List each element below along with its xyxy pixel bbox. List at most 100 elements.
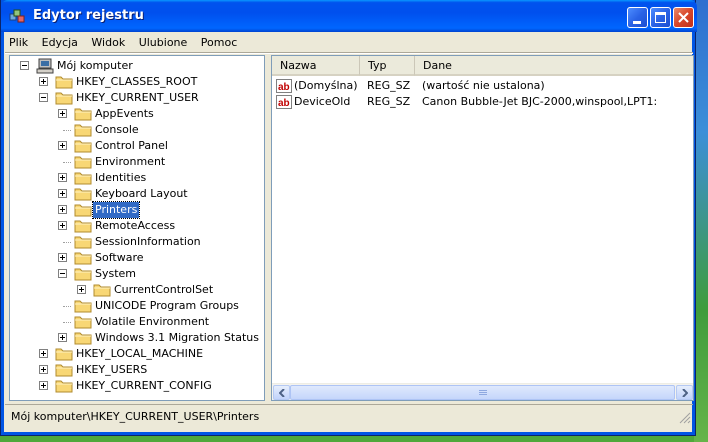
expand-icon[interactable] [39,381,48,390]
value-data: Canon Bubble-Jet BJC-2000,winspool,LPT1: [422,95,658,108]
tree-item[interactable]: HKEY_USERS [10,362,264,378]
string-value-icon: ab [276,95,292,109]
tree-item-label: AppEvents [95,107,154,120]
value-name: DeviceOld [294,95,351,108]
value-name: (Domyślna) [294,79,358,92]
horizontal-scrollbar[interactable] [272,383,693,400]
close-icon [678,12,689,23]
minimize-icon [633,21,641,24]
list-item[interactable]: ab DeviceOld REG_SZ Canon Bubble-Jet BJC… [272,94,693,110]
tree-item[interactable]: Printers [10,201,264,219]
tree-connector [63,162,71,163]
registry-editor-icon [9,9,25,23]
collapse-icon[interactable] [58,269,67,278]
tree-item[interactable]: RemoteAccess [10,218,264,234]
menu-edycja[interactable]: Edycja [38,34,82,51]
expand-icon[interactable] [39,349,48,358]
tree-connector [63,306,71,307]
folder-icon [74,124,92,137]
expand-icon[interactable] [58,333,67,342]
column-header-nazwa[interactable]: Nazwa [272,56,360,76]
folder-icon [74,252,92,265]
folder-icon [74,236,92,249]
tree-item-root[interactable]: Mój komputer [10,58,264,74]
tree-item-label: Software [95,251,144,264]
folder-icon [74,156,92,169]
tree-item[interactable]: Windows 3.1 Migration Status [10,330,264,346]
expand-icon[interactable] [58,141,67,150]
tree-item[interactable]: Console [10,122,264,138]
folder-icon [93,284,111,297]
tree-item-label: Keyboard Layout [95,187,188,200]
scroll-thumb[interactable] [290,385,675,400]
menu-widok[interactable]: Widok [87,34,129,51]
tree-item-label: UNICODE Program Groups [95,299,239,312]
tree-item[interactable]: Identities [10,170,264,186]
tree-item[interactable]: HKEY_CLASSES_ROOT [10,74,264,90]
scroll-left-button[interactable] [273,385,290,400]
expand-icon[interactable] [39,77,48,86]
tree-item-label: RemoteAccess [95,219,176,232]
folder-icon [55,348,73,361]
expand-icon[interactable] [58,253,67,262]
tree-item[interactable]: HKEY_CURRENT_CONFIG [10,378,264,394]
scroll-right-button[interactable] [676,385,693,400]
title-bar[interactable]: Edytor rejestru [1,0,697,32]
tree-item-label: HKEY_CURRENT_USER [76,91,199,104]
value-type: REG_SZ [367,79,411,92]
tree-connector [63,130,71,131]
registry-tree[interactable]: Mój komputer HKEY_CLASSES_ROOT HKEY_CURRE… [9,55,265,401]
tree-item[interactable]: UNICODE Program Groups [10,298,264,314]
tree-item[interactable]: Volatile Environment [10,314,264,330]
computer-icon [36,58,54,74]
tree-connector [63,242,71,243]
tree-item-label: SessionInformation [95,235,201,248]
expand-icon[interactable] [58,189,67,198]
tree-item[interactable]: HKEY_LOCAL_MACHINE [10,346,264,362]
window-title: Edytor rejestru [33,8,144,23]
expand-icon[interactable] [58,173,67,182]
folder-icon [74,220,92,233]
column-header-typ[interactable]: Typ [360,56,415,76]
folder-icon [74,316,92,329]
tree-item-label: System [95,267,137,280]
tree-item-label: Environment [95,155,166,168]
folder-icon [74,300,92,313]
tree-item[interactable]: Software [10,250,264,266]
menu-plik[interactable]: Plik [5,34,32,51]
collapse-icon[interactable] [39,93,48,102]
tree-item-label: Console [95,123,139,136]
folder-icon [74,188,92,201]
tree-item[interactable]: CurrentControlSet [10,282,264,298]
value-type: REG_SZ [367,95,411,108]
folder-icon [74,268,92,281]
close-button[interactable] [673,7,694,28]
tree-item[interactable]: Control Panel [10,138,264,154]
expand-icon[interactable] [58,205,67,214]
tree-item-label: HKEY_USERS [76,363,148,376]
tree-item-label: HKEY_CLASSES_ROOT [76,75,198,88]
collapse-icon[interactable] [20,61,29,70]
maximize-button[interactable] [650,7,671,28]
tree-item[interactable]: AppEvents [10,106,264,122]
folder-icon [55,76,73,89]
resize-grip-icon[interactable] [679,412,691,424]
menu-pomoc[interactable]: Pomoc [197,34,241,51]
column-header-dane[interactable]: Dane [415,56,693,76]
tree-item[interactable]: Keyboard Layout [10,186,264,202]
tree-item[interactable]: HKEY_CURRENT_USER [10,90,264,106]
registry-editor-window: Edytor rejestru Plik Edycja Widok Ulubio… [0,0,697,436]
expand-icon[interactable] [58,221,67,230]
expand-icon[interactable] [58,109,67,118]
tree-item[interactable]: System [10,266,264,282]
expand-icon[interactable] [77,285,86,294]
tree-item[interactable]: Environment [10,154,264,170]
tree-item-label: Mój komputer [57,59,133,72]
list-item[interactable]: ab (Domyślna) REG_SZ (wartość nie ustalo… [272,78,693,94]
minimize-button[interactable] [627,7,648,28]
expand-icon[interactable] [39,365,48,374]
menu-ulubione[interactable]: Ulubione [135,34,192,51]
values-list[interactable]: Nazwa Typ Dane ab (Domyślna) REG_SZ (war… [271,55,694,401]
tree-item[interactable]: SessionInformation [10,234,264,250]
folder-icon [74,204,92,217]
